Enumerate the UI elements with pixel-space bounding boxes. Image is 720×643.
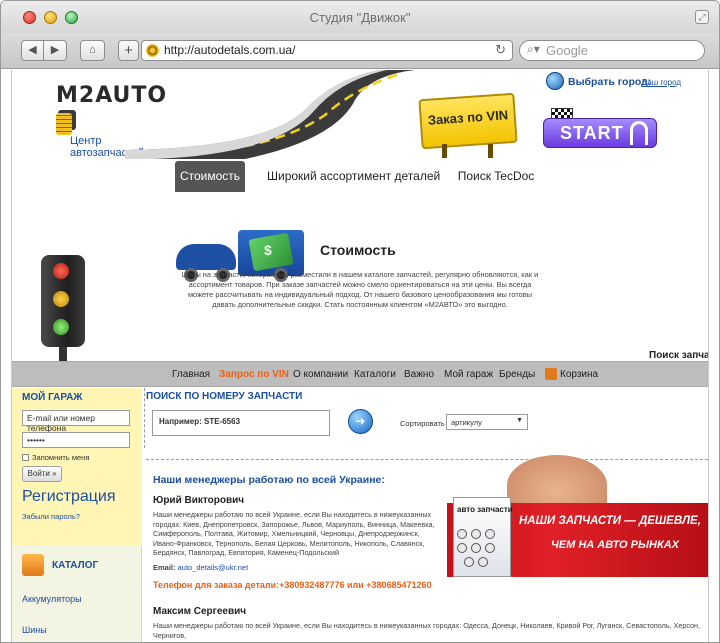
managers-title: Наши менеджеры работаю по всей Украине:	[153, 474, 385, 486]
manager-text: Наши менеджеры работаю по всей Украине, …	[153, 510, 435, 558]
spring-icon	[56, 113, 72, 135]
manager-text: Наши менеджеры работаю по всей Украине, …	[153, 621, 700, 640]
banner-headline-1: НАШИ ЗАПЧАСТИ — ДЕШЕВЛЕ,	[519, 515, 701, 527]
road-image	[125, 70, 415, 159]
chevron-right-icon: ▶	[50, 44, 60, 56]
manager-email: Email: auto_details@ukr.net	[153, 563, 249, 572]
tab-tecdoc[interactable]: Поиск TecDoc	[455, 161, 537, 192]
car-brand-logo-icon	[457, 543, 467, 553]
login-input[interactable]: E-mail или номер телефона	[22, 410, 130, 433]
garage-title: МОЙ ГАРАЖ	[22, 392, 83, 403]
order-phone: Телефон для заказа детали:+380932487776 …	[153, 580, 432, 590]
manager-name: Максим Сергеевич	[153, 606, 247, 617]
traffic-light-image	[37, 255, 87, 377]
site-favicon-icon	[146, 44, 159, 57]
feature-text: Цены на запчасти, которые мы разместили …	[181, 270, 539, 309]
cart-icon[interactable]	[545, 368, 557, 380]
arrow-up-icon	[630, 121, 648, 145]
reload-icon[interactable]: ↻	[495, 42, 506, 58]
divider	[144, 388, 145, 448]
car-brand-logo-icon	[478, 557, 488, 567]
nav-cart[interactable]: Корзина	[560, 369, 598, 380]
main-navigation: Главная Запрос по VIN О компании Каталог…	[12, 361, 708, 387]
catalog-item-batteries[interactable]: Аккумуляторы	[22, 594, 82, 604]
title-bar: Студия "Движок" ⤢	[1, 1, 719, 33]
home-button[interactable]: ⌂	[80, 40, 105, 61]
nav-home[interactable]: Главная	[172, 369, 210, 380]
arrow-right-icon: ➜	[355, 414, 366, 428]
city-selector[interactable]: Выбрать город: Ваш город	[546, 70, 706, 94]
city-link[interactable]: Ваш город	[642, 78, 681, 87]
forward-button[interactable]: ▶	[44, 40, 67, 61]
banner-box-label: авто запчасти	[457, 505, 513, 514]
car-brand-logo-icon	[464, 557, 474, 567]
catalog-heading: КАТАЛОГ	[22, 554, 134, 578]
manager-name: Юрий Викторович	[153, 495, 245, 506]
forgot-password-link[interactable]: Забыли пароль?	[22, 512, 80, 521]
catalog-title: КАТАЛОГ	[52, 560, 99, 571]
car-brand-logo-icon	[471, 529, 481, 539]
login-button[interactable]: Войти »	[22, 466, 62, 482]
nav-about[interactable]: О компании	[293, 369, 348, 380]
home-icon: ⌂	[89, 44, 96, 56]
catalog-item-tires[interactable]: Шины	[22, 625, 47, 635]
browser-search-field[interactable]: ⌕▾ Google	[519, 40, 705, 61]
start-button[interactable]: START	[543, 108, 657, 150]
remember-label: Запомнить меня	[32, 453, 90, 462]
car-brand-logo-icon	[485, 529, 495, 539]
banner-headline-2: ЧЕМ НА АВТО РЫНКАХ	[551, 539, 679, 551]
nav-catalogs[interactable]: Каталоги	[354, 369, 396, 380]
car-brand-logo-icon	[457, 529, 467, 539]
promo-banner[interactable]: авто запчасти НАШИ ЗАПЧАСТИ — ДЕШЕВЛЕ, Ч…	[447, 455, 708, 581]
part-number-input[interactable]: Например: STE-6563	[152, 410, 330, 436]
search-icon: ⌕▾	[527, 42, 540, 56]
car-brand-logo-icon	[471, 543, 481, 553]
globe-icon	[546, 72, 564, 90]
nav-important[interactable]: Важно	[404, 369, 434, 380]
search-go-button[interactable]: ➜	[348, 409, 373, 434]
url-text: http://autodetals.com.ua/	[164, 43, 296, 57]
feature-title: Стоимость	[320, 242, 396, 258]
sort-selected-value: артикулу	[451, 418, 482, 427]
tab-assortment[interactable]: Широкий ассортимент деталей	[267, 161, 440, 192]
search-placeholder: Google	[546, 43, 588, 58]
nav-vin-request[interactable]: Запрос по VIN	[219, 369, 289, 380]
start-label: START	[560, 123, 624, 143]
city-label: Выбрать город:	[568, 76, 652, 88]
password-input[interactable]: ••••••	[22, 432, 130, 448]
browser-toolbar: ◀ ▶ ⌂ + http://autodetals.com.ua/ ↻ ⌕▾ G…	[1, 33, 719, 69]
plus-icon: +	[124, 42, 133, 59]
part-search-heading: ПОИСК ПО НОМЕРУ ЗАПЧАСТИ	[146, 391, 303, 402]
nav-brands[interactable]: Бренды	[499, 369, 535, 380]
fullscreen-icon[interactable]: ⤢	[695, 10, 709, 24]
caret-down-icon: ▼	[516, 417, 523, 424]
sort-select[interactable]: артикулу ▼	[446, 414, 528, 430]
chevron-left-icon: ◀	[28, 44, 37, 56]
back-button[interactable]: ◀	[21, 40, 44, 61]
web-page: M2AUTO Центр автозапчастей Заказ по VIN …	[11, 70, 709, 642]
nav-my-garage[interactable]: Мой гараж	[444, 369, 493, 380]
car-brand-logo-icon	[485, 543, 495, 553]
part-search-label: Поиск запчаст	[649, 350, 709, 361]
catalog-icon	[22, 554, 44, 576]
window-title: Студия "Движок"	[309, 10, 411, 25]
sidebar: МОЙ ГАРАЖ E-mail или номер телефона ••••…	[12, 388, 142, 642]
vin-order-sign[interactable]: Заказ по VIN	[418, 92, 518, 158]
add-bookmark-button[interactable]: +	[118, 40, 139, 61]
remember-checkbox[interactable]	[22, 454, 29, 461]
my-garage-panel: МОЙ ГАРАЖ E-mail или номер телефона ••••…	[12, 388, 142, 546]
manager-email-link[interactable]: auto_details@ukr.net	[178, 563, 249, 572]
address-bar[interactable]: http://autodetals.com.ua/ ↻	[141, 40, 513, 61]
tab-cost[interactable]: Стоимость	[175, 161, 245, 192]
browser-window: Студия "Движок" ⤢ ◀ ▶ ⌂ + http://autodet…	[0, 0, 720, 643]
register-link[interactable]: Регистрация	[22, 488, 116, 506]
